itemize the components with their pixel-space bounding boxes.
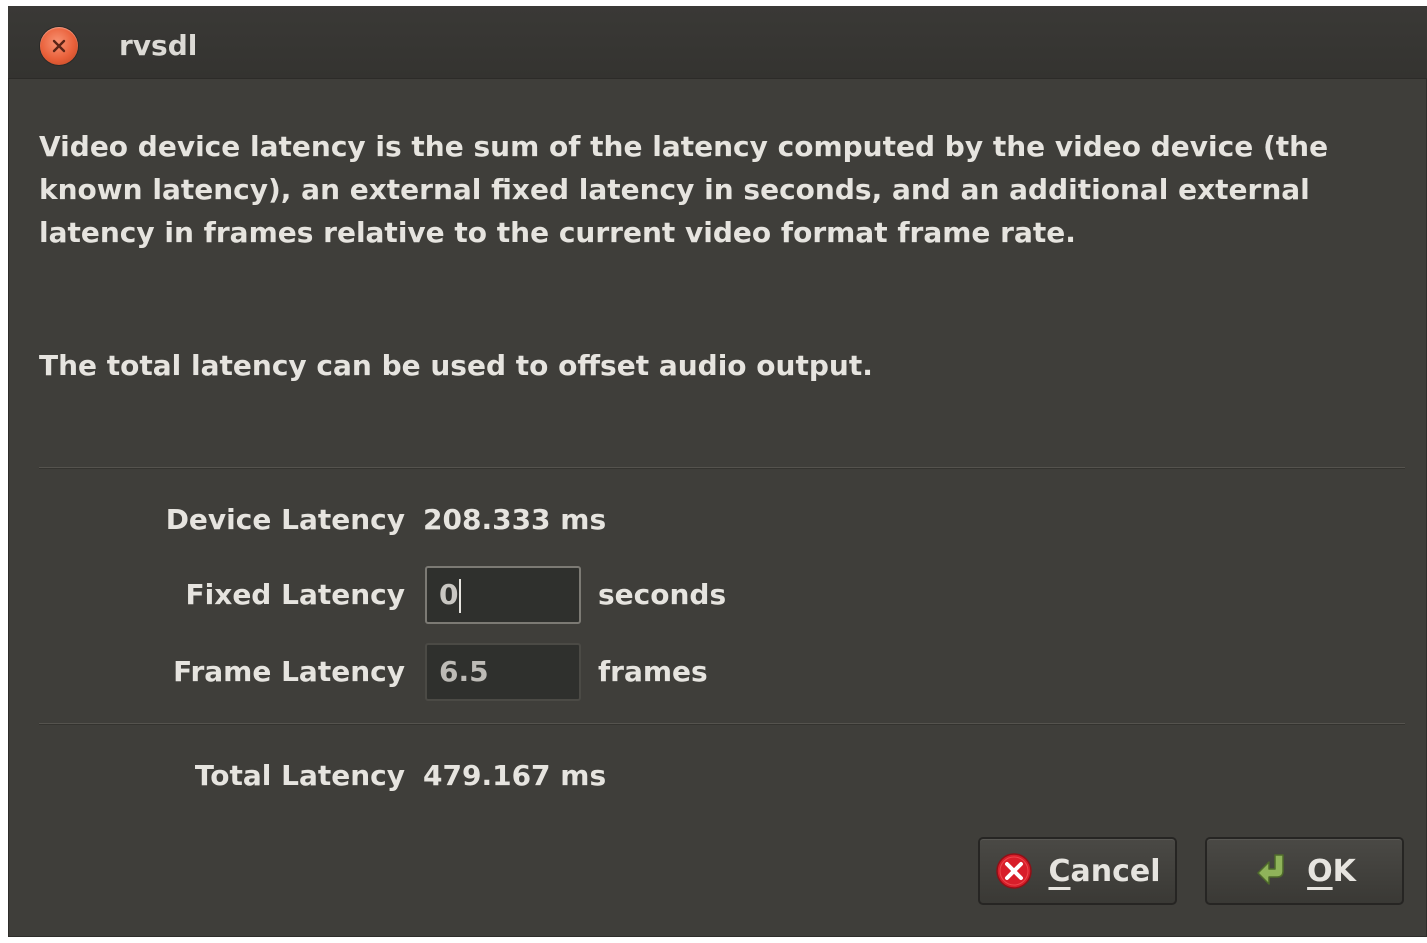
- cancel-mnemonic: C: [1048, 853, 1071, 889]
- ok-mnemonic: O: [1307, 853, 1333, 889]
- ok-arrow-icon: [1253, 851, 1293, 891]
- dialog-window: rvsdl Video device latency is the sum of…: [8, 6, 1427, 937]
- separator-top: [39, 467, 1405, 469]
- description-line: Video device latency is the sum of the l…: [39, 130, 1329, 163]
- note-paragraph: The total latency can be used to offset …: [39, 349, 873, 382]
- frame-latency-unit: frames: [598, 655, 708, 688]
- ok-label: OK: [1307, 854, 1356, 889]
- fixed-latency-input-value: 0: [439, 578, 459, 611]
- description-line: latency in frames relative to the curren…: [39, 216, 1076, 249]
- description-paragraph: Video device latency is the sum of the l…: [39, 125, 1409, 254]
- cancel-button[interactable]: Cancel: [978, 837, 1177, 905]
- separator-bottom: [39, 723, 1405, 725]
- frame-latency-input-value: 6.5: [439, 655, 489, 688]
- frame-latency-label: Frame Latency: [173, 655, 405, 688]
- cancel-label: Cancel: [1048, 854, 1160, 889]
- frame-latency-input[interactable]: 6.5: [425, 643, 581, 701]
- ok-label-rest: K: [1332, 853, 1356, 889]
- total-latency-value: 479.167 ms: [423, 759, 607, 792]
- title-bar: rvsdl: [8, 6, 1427, 79]
- device-latency-value: 208.333 ms: [423, 503, 607, 536]
- description-line: known latency), an external fixed latenc…: [39, 173, 1310, 206]
- fixed-latency-label: Fixed Latency: [185, 578, 405, 611]
- ok-button[interactable]: OK: [1205, 837, 1404, 905]
- fixed-latency-input[interactable]: 0: [425, 566, 581, 624]
- fixed-latency-unit: seconds: [598, 578, 727, 611]
- close-button[interactable]: [40, 27, 78, 65]
- close-icon: [52, 39, 66, 53]
- window-title: rvsdl: [119, 29, 198, 62]
- cancel-label-rest: ancel: [1070, 853, 1161, 889]
- cancel-icon: [994, 851, 1034, 891]
- total-latency-label: Total Latency: [194, 759, 405, 792]
- text-caret: [459, 579, 462, 613]
- device-latency-label: Device Latency: [165, 503, 405, 536]
